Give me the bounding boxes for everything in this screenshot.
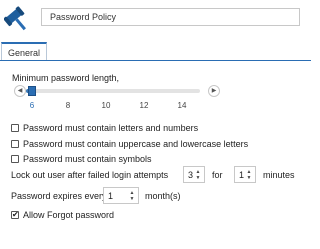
slider-tick-14: 14: [177, 101, 187, 110]
min-length-slider-track[interactable]: [26, 89, 200, 93]
expiry-months-label: month(s): [145, 191, 181, 201]
checkmark-icon: ✔: [12, 210, 19, 219]
slider-tick-12: 12: [139, 101, 149, 110]
slider-tick-10: 10: [101, 101, 111, 110]
upper-lower-label: Password must contain uppercase and lowe…: [23, 139, 249, 149]
lockout-attempts-value: 3: [188, 170, 194, 180]
letters-numbers-label: Password must contain letters and number…: [23, 123, 199, 133]
symbols-checkbox[interactable]: [11, 155, 19, 163]
slider-left-arrow[interactable]: ◀: [14, 85, 26, 97]
symbols-label: Password must contain symbols: [23, 154, 152, 164]
lockout-label: Lock out user after failed login attempt…: [11, 170, 169, 180]
upper-lower-checkbox[interactable]: [11, 140, 19, 148]
slider-right-arrow[interactable]: ▶: [208, 85, 220, 97]
lockout-minutes-stepper[interactable]: 1 ▲ ▼: [234, 166, 256, 183]
lockout-minutes-label: minutes: [263, 170, 295, 180]
allow-forgot-checkbox[interactable]: ✔: [11, 210, 19, 219]
expiry-label: Password expires every: [11, 191, 107, 201]
gavel-icon: [4, 6, 26, 31]
lockout-minutes-value: 1: [239, 170, 245, 180]
policy-title-field[interactable]: Password Policy: [41, 8, 300, 26]
stepper-down-icon[interactable]: ▼: [245, 175, 253, 181]
header-bar: Password Policy: [0, 0, 311, 38]
policy-title-text: Password Policy: [50, 12, 117, 22]
stepper-down-icon[interactable]: ▼: [128, 196, 136, 202]
lockout-for-label: for: [212, 170, 223, 180]
expiry-months-value: 1: [108, 191, 114, 201]
min-length-label: Minimum password length,: [12, 73, 120, 83]
expiry-months-stepper[interactable]: 1 ▲ ▼: [103, 187, 139, 204]
lockout-attempts-stepper[interactable]: 3 ▲ ▼: [183, 166, 205, 183]
slider-tick-8: 8: [65, 101, 71, 110]
stepper-down-icon[interactable]: ▼: [194, 175, 202, 181]
slider-tick-6: 6: [29, 101, 35, 110]
caret-left-icon: ◀: [17, 88, 23, 94]
tab-general[interactable]: General: [1, 42, 47, 60]
tab-bar: General: [0, 38, 311, 61]
letters-numbers-checkbox[interactable]: [11, 124, 19, 132]
min-length-slider-thumb[interactable]: [28, 86, 36, 96]
caret-right-icon: ▶: [211, 88, 217, 94]
allow-forgot-label: Allow Forgot password: [23, 210, 115, 220]
